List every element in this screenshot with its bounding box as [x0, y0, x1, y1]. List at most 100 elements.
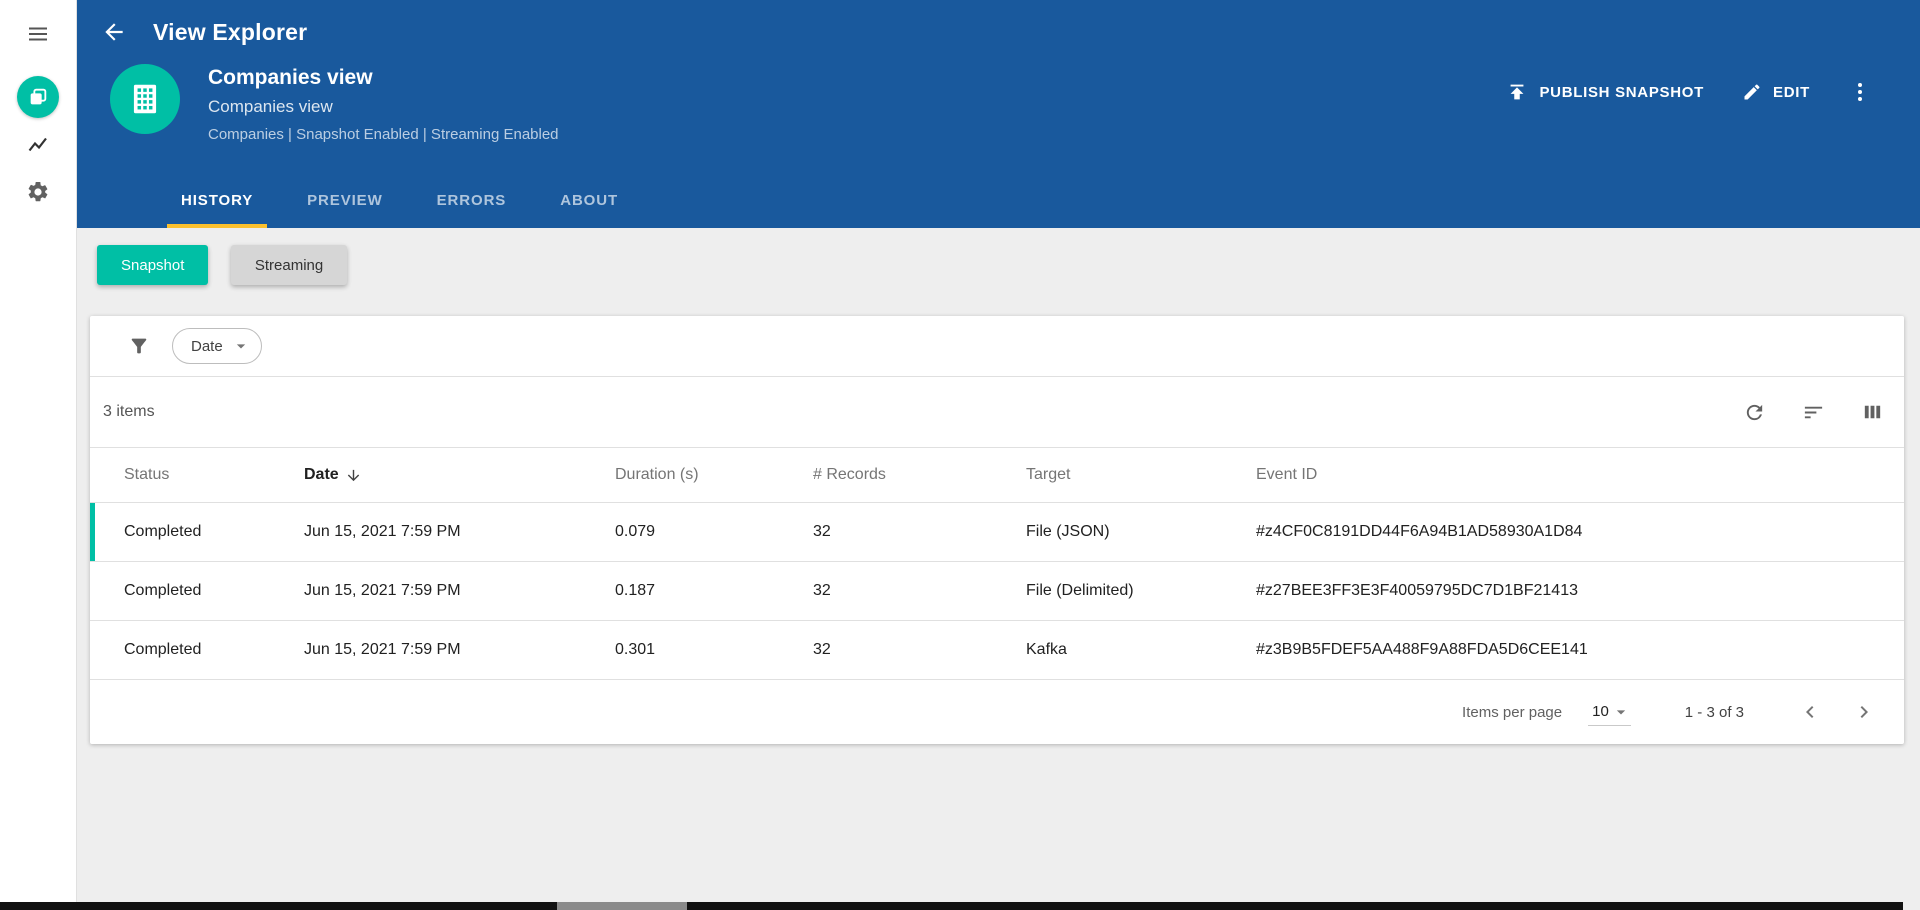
view-avatar [110, 64, 180, 134]
table-row[interactable]: Completed Jun 15, 2021 7:59 PM 0.079 32 … [90, 503, 1904, 562]
back-arrow-icon [105, 23, 123, 41]
left-nav [0, 0, 77, 910]
chevron-right-icon [1860, 706, 1868, 718]
line-chart-icon [28, 137, 47, 152]
scrollbar-thumb[interactable] [557, 902, 687, 910]
col-header-event-id[interactable]: Event ID [1256, 466, 1884, 484]
chevron-left-icon [1806, 706, 1814, 718]
cell-duration: 0.079 [615, 523, 656, 540]
gear-icon [28, 181, 48, 202]
kebab-menu-icon [1858, 83, 1862, 101]
filter-bar: Date [90, 316, 1904, 377]
cell-date: Jun 15, 2021 7:59 PM [304, 641, 461, 658]
cell-duration: 0.301 [615, 641, 656, 658]
settings-nav-button[interactable] [18, 180, 58, 204]
cell-status: Completed [124, 523, 202, 540]
chevron-down-icon [236, 344, 245, 349]
items-bar: 3 items [90, 377, 1904, 448]
views-nav-button[interactable] [17, 76, 59, 118]
items-count: 3 items [103, 403, 155, 420]
cell-records: 32 [813, 523, 831, 540]
sort-lines-icon [1804, 406, 1823, 418]
view-title: Companies view [208, 66, 373, 89]
table-row[interactable]: Completed Jun 15, 2021 7:59 PM 0.301 32 … [90, 621, 1904, 680]
pencil-icon [1744, 84, 1760, 100]
building-icon [133, 84, 157, 114]
entity-text: Companies view Companies view Companies … [208, 64, 559, 143]
page-range-label: 1 - 3 of 3 [1684, 703, 1744, 721]
views-icon [30, 88, 47, 105]
header-top-row: View Explorer [77, 0, 1920, 64]
entity-block: Companies view Companies view Companies … [110, 64, 559, 143]
refresh-icon [1746, 404, 1763, 420]
table-row[interactable]: Completed Jun 15, 2021 7:59 PM 0.187 32 … [90, 562, 1904, 621]
mode-toggles: Snapshot Streaming [97, 245, 1904, 285]
filter-funnel-icon [131, 338, 147, 354]
col-header-duration[interactable]: Duration (s) [615, 466, 813, 484]
publish-snapshot-label: PUBLISH SNAPSHOT [1539, 83, 1705, 101]
refresh-button[interactable] [1743, 401, 1766, 424]
streaming-toggle-button[interactable]: Streaming [230, 245, 348, 285]
pagination-bar: Items per page 10 1 - 3 of 3 [90, 680, 1904, 744]
view-subtitle: Companies view [208, 97, 333, 116]
table-header-row: Status Date Duration (s) # Records Targe… [90, 448, 1904, 503]
view-meta: Companies | Snapshot Enabled | Streaming… [208, 126, 559, 143]
columns-icon [1864, 405, 1881, 418]
next-page-button[interactable] [1852, 700, 1876, 724]
col-header-status[interactable]: Status [124, 466, 304, 484]
content-area: Snapshot Streaming Date 3 items Status D… [77, 228, 1920, 910]
cell-event-id: #z3B9B5FDEF5AA488F9A88FDA5D6CEE141 [1256, 641, 1588, 658]
publish-icon [1511, 84, 1524, 100]
tab-errors[interactable]: ERRORS [423, 172, 521, 228]
back-button[interactable] [101, 19, 127, 45]
cell-status: Completed [124, 641, 202, 658]
publish-snapshot-button[interactable]: PUBLISH SNAPSHOT [1506, 81, 1704, 103]
tab-bar: HISTORY PREVIEW ERRORS ABOUT [77, 172, 1920, 228]
col-header-target[interactable]: Target [1026, 466, 1256, 484]
table-tools [1743, 401, 1884, 424]
edit-label: EDIT [1773, 83, 1810, 101]
cell-event-id: #z27BEE3FF3E3F40059795DC7D1BF21413 [1256, 582, 1578, 599]
cell-target: File (JSON) [1026, 523, 1110, 540]
items-per-page-value: 10 [1592, 703, 1609, 720]
history-card: Date 3 items Status Date Duration (s) # … [90, 316, 1904, 744]
cell-date: Jun 15, 2021 7:59 PM [304, 523, 461, 540]
page-title: View Explorer [153, 18, 308, 45]
sort-button[interactable] [1802, 401, 1825, 424]
edit-button[interactable]: EDIT [1742, 82, 1810, 102]
items-per-page-label: Items per page [1462, 703, 1563, 721]
analytics-nav-button[interactable] [18, 132, 58, 156]
history-table: Status Date Duration (s) # Records Targe… [90, 448, 1904, 680]
horizontal-scrollbar[interactable] [0, 902, 1903, 910]
tab-about[interactable]: ABOUT [546, 172, 632, 228]
header-entity-row: Companies view Companies view Companies … [77, 64, 1920, 172]
cell-target: Kafka [1026, 641, 1067, 658]
snapshot-toggle-button[interactable]: Snapshot [97, 245, 209, 285]
header-actions: PUBLISH SNAPSHOT EDIT [1506, 80, 1872, 104]
cell-records: 32 [813, 582, 831, 599]
tab-preview[interactable]: PREVIEW [293, 172, 396, 228]
date-filter-chip[interactable]: Date [172, 328, 262, 364]
caret-down-icon [1616, 709, 1625, 714]
sort-arrow-down-icon [347, 469, 359, 481]
app-header: View Explorer Companies view Companies v… [77, 0, 1920, 228]
menu-button[interactable] [18, 22, 58, 46]
columns-button[interactable] [1861, 401, 1884, 424]
cell-duration: 0.187 [615, 582, 656, 599]
app-root: View Explorer Companies view Companies v… [0, 0, 1920, 910]
col-header-date-label: Date [304, 466, 339, 483]
col-header-records[interactable]: # Records [813, 466, 1026, 484]
col-header-date[interactable]: Date [304, 466, 615, 484]
previous-page-button[interactable] [1798, 700, 1822, 724]
cell-records: 32 [813, 641, 831, 658]
date-filter-label: Date [191, 337, 223, 355]
tab-history[interactable]: HISTORY [167, 172, 268, 228]
cell-date: Jun 15, 2021 7:59 PM [304, 582, 461, 599]
cell-target: File (Delimited) [1026, 582, 1134, 599]
more-options-button[interactable] [1848, 80, 1872, 104]
filter-button[interactable] [128, 335, 150, 357]
main-area: View Explorer Companies view Companies v… [77, 0, 1920, 910]
hamburger-icon [29, 27, 47, 41]
items-per-page-select[interactable]: 10 [1588, 699, 1631, 726]
cell-event-id: #z4CF0C8191DD44F6A94B1AD58930A1D84 [1256, 523, 1583, 540]
